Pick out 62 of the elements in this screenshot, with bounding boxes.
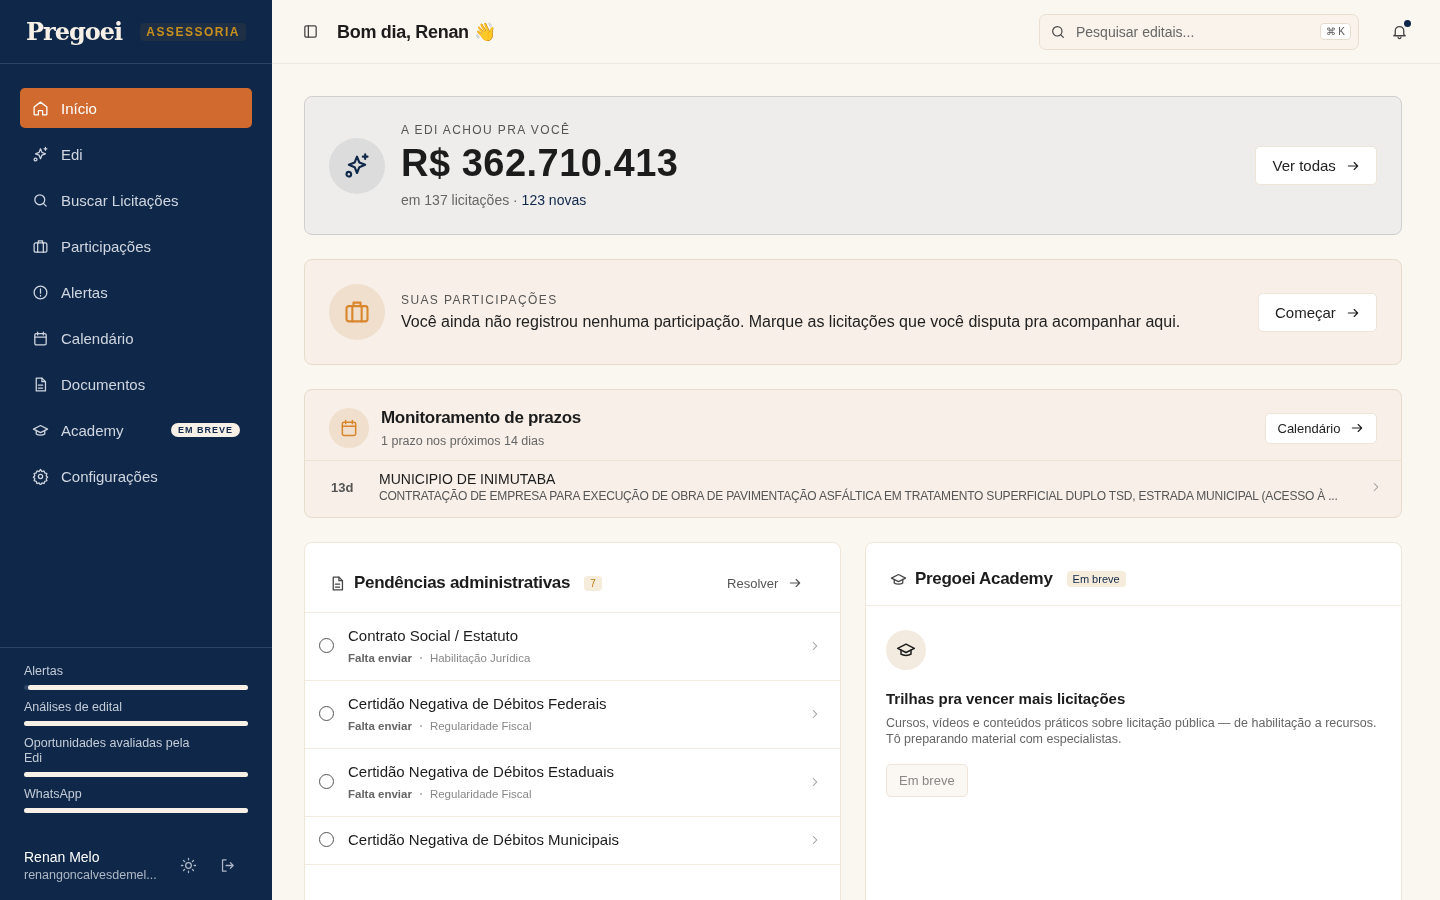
arrow-right-icon xyxy=(1346,159,1360,173)
document-title: Contrato Social / Estatuto xyxy=(348,627,520,644)
card-subtitle: 1 prazo nos próximos 14 dias xyxy=(381,434,546,448)
briefcase-icon xyxy=(329,284,385,340)
soon-badge: Em breve xyxy=(1066,571,1126,587)
academy-description: Cursos, vídeos e conteúdos práticos sobre licitação pública — de habilitação a recursos. Tô preparando material com especialistas. xyxy=(886,715,1378,748)
usage-label: WhatsApp xyxy=(24,787,83,802)
start-button[interactable]: Começar xyxy=(1257,292,1377,332)
settings-icon xyxy=(32,467,49,485)
card-eyebrow: SUAS PARTICIPAÇÕES xyxy=(401,293,559,307)
card-title: Pregoei Academy xyxy=(915,569,1053,589)
document-category: Regularidade Fiscal xyxy=(429,720,532,732)
nav-item[interactable]: Buscar Licitações xyxy=(20,180,252,220)
calendar-button[interactable]: Calendário xyxy=(1264,412,1377,444)
usage-label: Alertas xyxy=(24,664,64,679)
card-title: Pendências administrativas xyxy=(354,573,571,593)
academy-heading: Trilhas pra vencer mais licitações xyxy=(886,690,1126,707)
nav-item[interactable]: Academy EM BREVE xyxy=(20,410,252,450)
document-title: Certidão Negativa de Débitos Estaduais xyxy=(348,763,615,780)
nav-item[interactable]: Edi xyxy=(20,134,252,174)
plan-badge: ASSESSORIA xyxy=(140,22,246,41)
nav-item[interactable]: Início xyxy=(20,88,252,128)
search-icon xyxy=(32,191,49,209)
logo[interactable]: Pregoei xyxy=(26,17,123,46)
user-email: renangoncalvesdemel... xyxy=(24,868,158,882)
card-eyebrow: A EDI ACHOU PRA VOCÊ xyxy=(401,122,572,137)
see-all-button[interactable]: Ver todas xyxy=(1255,146,1377,185)
graduation-cap-icon xyxy=(886,630,926,670)
resolve-link[interactable]: Resolver xyxy=(727,575,802,591)
card-title: Monitoramento de prazos xyxy=(381,408,582,428)
calendar-icon xyxy=(329,408,369,448)
sparkles-icon xyxy=(32,145,49,163)
document-status: Falta enviar xyxy=(348,720,412,732)
summary: em 137 licitações · 123 novas xyxy=(401,192,588,209)
amount: R$ 362.710.413 xyxy=(401,142,680,185)
count-badge: 7 xyxy=(584,575,602,591)
document-title: Certidão Negativa de Débitos Federais xyxy=(348,695,608,712)
nav-item[interactable]: Documentos xyxy=(20,364,252,404)
logout-icon[interactable] xyxy=(219,857,236,874)
usage-label: Oportunidades avaliadas pela Edi xyxy=(24,736,191,766)
user-name: Renan Melo xyxy=(24,849,101,865)
document-category: Habilitação Jurídica xyxy=(429,652,531,664)
nav-item[interactable]: Participações xyxy=(20,226,252,266)
empty-message: Você ainda não registrou nenhuma participação. Marque as licitações que você disputa pra acompanhar aqui. xyxy=(401,313,1182,331)
document-status: Falta enviar xyxy=(348,652,412,664)
greeting: Bom dia, Renan 👋 xyxy=(337,20,497,43)
nav-item[interactable]: Calendário xyxy=(20,318,252,358)
sidebar-toggle-icon[interactable] xyxy=(302,23,319,40)
usage-label: Análises de edital xyxy=(24,700,123,715)
document-category: Regularidade Fiscal xyxy=(429,788,532,800)
alert-icon xyxy=(32,283,49,301)
calendar-icon xyxy=(32,329,49,347)
briefcase-icon xyxy=(32,237,49,255)
nav-item[interactable]: Configurações xyxy=(20,456,252,496)
document-status: Falta enviar xyxy=(348,788,412,800)
notifications-icon[interactable] xyxy=(1391,23,1408,40)
document-title: Certidão Negativa de Débitos Municipais xyxy=(348,831,620,848)
sun-icon[interactable] xyxy=(180,857,197,874)
soon-badge: EM BREVE xyxy=(171,423,240,437)
nav-item[interactable]: Alertas xyxy=(20,272,252,312)
deadline-row[interactable]: 13d MUNICIPIO DE INIMUTABA CONTRATAÇÃO DE EMPRESA PARA EXECUÇÃO DE OBRA DE PAVIMENTAÇÃO ASFÁLTICA EM TRATAMENTO SUPERFICIAL DUPLO TSD, ESTRADA MUNICIPAL (ACESSO À ... xyxy=(305,460,1401,517)
home-icon xyxy=(32,99,49,117)
